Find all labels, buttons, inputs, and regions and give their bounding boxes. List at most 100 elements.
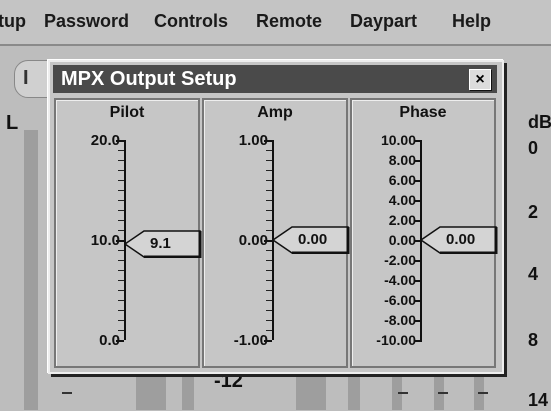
- amp-panel: Amp 1.00 0.00 -1.00 0.00: [202, 98, 350, 368]
- minor-tick: [266, 200, 272, 201]
- left-channel-label: L: [6, 112, 19, 134]
- minor-tick: [118, 180, 124, 181]
- major-tick: [414, 180, 422, 182]
- major-tick: [414, 200, 422, 202]
- phase-panel: Phase 0.00 10.00 8.00 6.00 4.00 2.00 0.00 -2.0…: [350, 98, 498, 368]
- pilot-value-pointer[interactable]: 9.1: [124, 230, 202, 258]
- minor-tick: [118, 330, 124, 331]
- minor-tick: [266, 230, 272, 231]
- major-tick: [414, 220, 422, 222]
- close-icon: ×: [475, 71, 485, 88]
- pilot-value: 9.1: [150, 235, 171, 252]
- db-scale-label: 14: [528, 390, 549, 410]
- db-scale-label: 4: [528, 264, 539, 284]
- minor-tick: [118, 170, 124, 171]
- menu-help[interactable]: Help: [452, 11, 491, 32]
- phase-tick-label: 0.00: [388, 232, 416, 248]
- background-tick: [398, 392, 408, 394]
- pilot-panel: Pilot 20.0 10.0 0.0 9.1: [54, 98, 202, 368]
- minor-tick: [118, 190, 124, 191]
- major-tick: [414, 160, 422, 162]
- major-tick: [414, 240, 422, 242]
- major-tick: [264, 240, 272, 242]
- db-scale-label: 8: [528, 330, 539, 350]
- minor-tick: [118, 230, 124, 231]
- phase-value: 0.00: [446, 231, 476, 248]
- major-tick: [116, 240, 124, 242]
- phase-title: Phase: [399, 104, 447, 121]
- phase-value-pointer[interactable]: 0.00: [420, 226, 498, 254]
- menu-setup[interactable]: tup: [0, 11, 26, 32]
- background-tick: [438, 392, 448, 394]
- amp-title: Amp: [257, 104, 293, 121]
- minor-tick: [118, 270, 124, 271]
- phase-tick-label: 6.00: [388, 172, 416, 188]
- background-button-label: I: [23, 67, 29, 89]
- db-unit-label: dB: [528, 112, 551, 132]
- phase-tick-label: -4.00: [384, 272, 416, 288]
- phase-tick-label: 2.00: [388, 212, 416, 228]
- minor-tick: [266, 320, 272, 321]
- major-tick: [414, 340, 422, 342]
- amp-value: 0.00: [298, 231, 328, 248]
- major-tick: [264, 340, 272, 342]
- minor-tick: [118, 250, 124, 251]
- major-tick: [116, 140, 124, 142]
- major-tick: [414, 260, 422, 262]
- minor-tick: [118, 280, 124, 281]
- minor-tick: [266, 290, 272, 291]
- minor-tick: [118, 300, 124, 301]
- minor-tick: [118, 290, 124, 291]
- background-meter-bar: [24, 130, 38, 410]
- phase-tick-label: -2.00: [384, 252, 416, 268]
- phase-tick-label: -8.00: [384, 312, 416, 328]
- db-scale-label: 2: [528, 202, 539, 222]
- minor-tick: [266, 330, 272, 331]
- phase-tick-label: 10.00: [380, 132, 416, 148]
- minor-tick: [266, 300, 272, 301]
- phase-tick-label: 4.00: [388, 192, 416, 208]
- minor-tick: [118, 320, 124, 321]
- minor-tick: [118, 310, 124, 311]
- minor-tick: [118, 200, 124, 201]
- minor-tick: [266, 250, 272, 251]
- minor-tick: [266, 210, 272, 211]
- minor-tick: [266, 170, 272, 171]
- minor-tick: [266, 190, 272, 191]
- minor-tick: [266, 280, 272, 281]
- minor-tick: [118, 210, 124, 211]
- menu-password[interactable]: Password: [44, 11, 129, 32]
- dialog-title-bar[interactable]: MPX Output Setup ×: [53, 65, 497, 93]
- pilot-title: Pilot: [109, 104, 145, 121]
- menu-daypart[interactable]: Daypart: [350, 11, 417, 32]
- minor-tick: [118, 260, 124, 261]
- menu-remote[interactable]: Remote: [256, 11, 322, 32]
- minor-tick: [266, 310, 272, 311]
- close-button[interactable]: ×: [469, 69, 491, 90]
- major-tick: [116, 340, 124, 342]
- background-tick: [62, 392, 72, 394]
- mpx-output-setup-dialog: MPX Output Setup × Pilot 20.0 10.0 0.0 9…: [48, 60, 504, 374]
- major-tick: [264, 140, 272, 142]
- menu-bar: tup Password Controls Remote Daypart Hel…: [0, 0, 551, 46]
- minor-tick: [118, 160, 124, 161]
- minor-tick: [266, 270, 272, 271]
- minor-tick: [118, 150, 124, 151]
- major-tick: [414, 300, 422, 302]
- dialog-title: MPX Output Setup: [61, 68, 237, 90]
- minor-tick: [118, 220, 124, 221]
- minor-tick: [266, 160, 272, 161]
- major-tick: [414, 280, 422, 282]
- menu-controls[interactable]: Controls: [154, 11, 228, 32]
- minor-tick: [266, 260, 272, 261]
- major-tick: [414, 140, 422, 142]
- phase-tick-label: -10.00: [376, 332, 416, 348]
- minor-tick: [266, 180, 272, 181]
- amp-tick-label: -1.00: [233, 332, 268, 349]
- amp-value-pointer[interactable]: 0.00: [272, 226, 350, 254]
- phase-tick-label: -6.00: [384, 292, 416, 308]
- db-scale-label: 0: [528, 138, 539, 158]
- background-tick: [478, 392, 488, 394]
- minor-tick: [266, 150, 272, 151]
- minor-tick: [266, 220, 272, 221]
